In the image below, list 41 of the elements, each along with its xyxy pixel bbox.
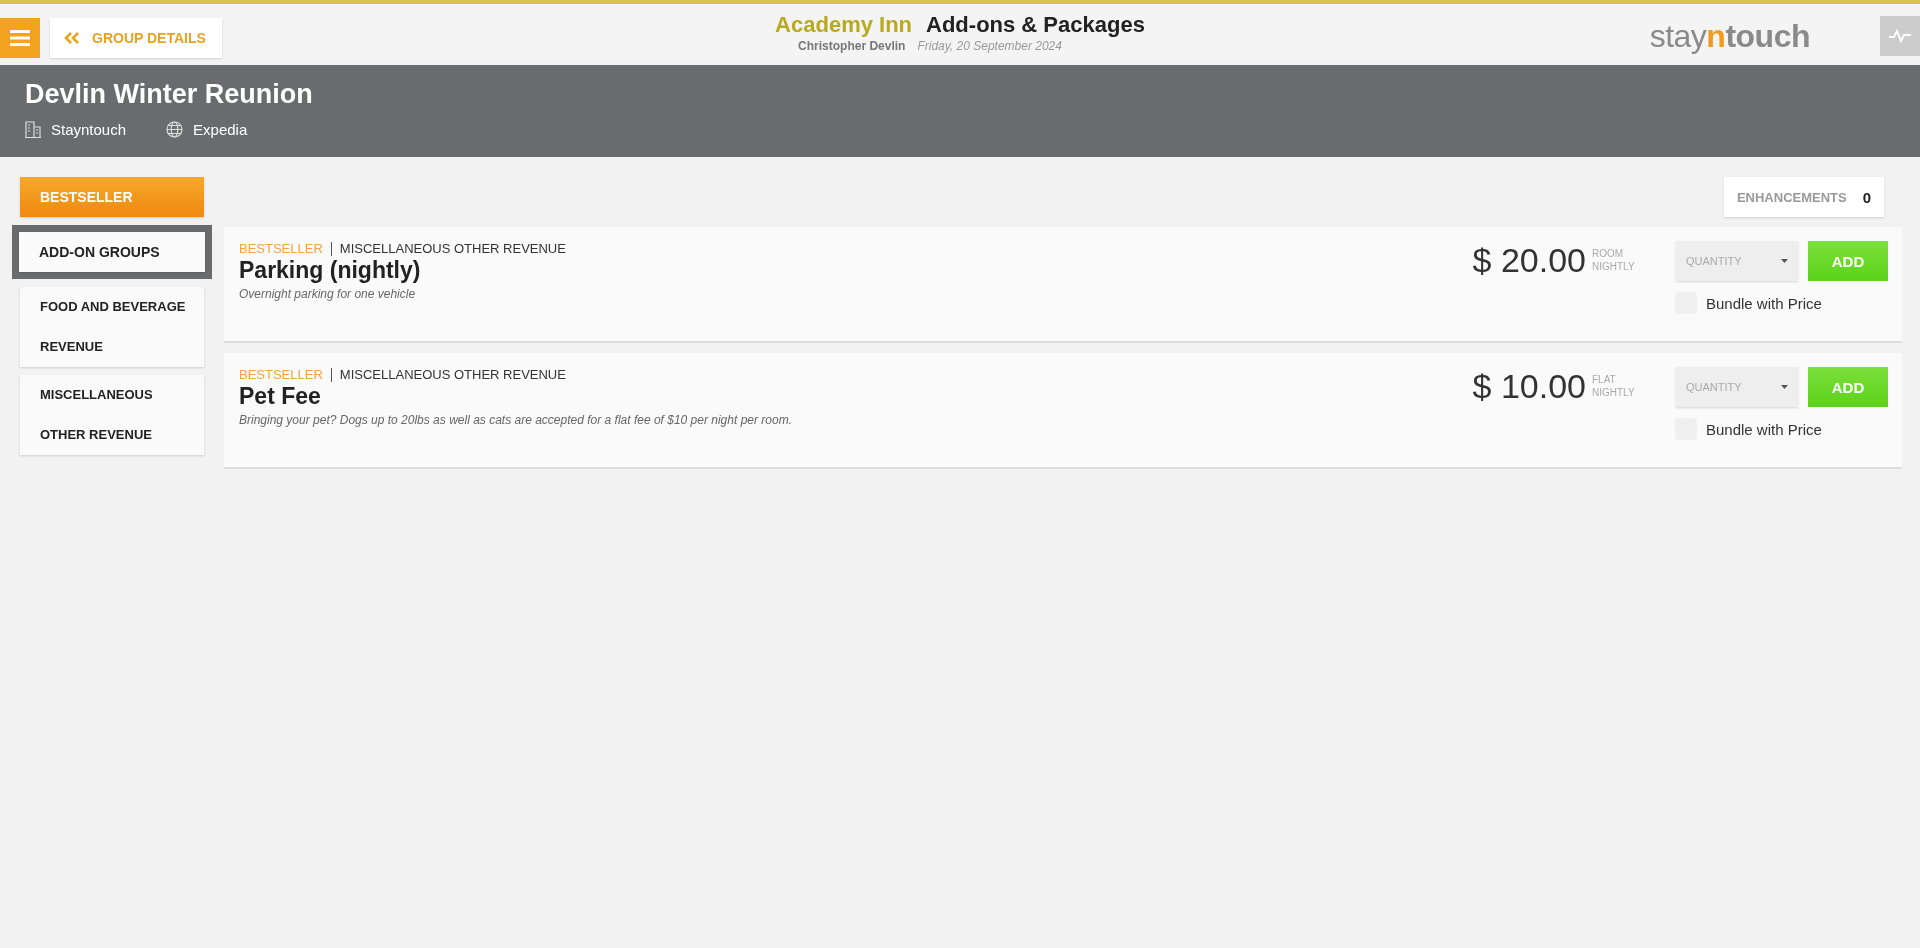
addon-tag: BESTSELLER bbox=[239, 367, 323, 382]
category-item[interactable]: BESTSELLER bbox=[20, 177, 204, 217]
addon-category: MISCELLANEOUS OTHER REVENUE bbox=[339, 241, 566, 256]
caret-icon bbox=[1781, 385, 1788, 389]
addon-category: MISCELLANEOUS OTHER REVENUE bbox=[339, 367, 566, 382]
category-item[interactable]: FOOD AND BEVERAGE REVENUE bbox=[20, 287, 204, 367]
addon-name: Parking (nightly) bbox=[239, 257, 422, 284]
addon-description: Overnight parking for one vehicle bbox=[239, 287, 417, 301]
group-name: Devlin Winter Reunion bbox=[25, 79, 314, 110]
globe-icon bbox=[166, 121, 184, 138]
hotel-name: Academy Inn bbox=[775, 12, 913, 38]
user-name: Christopher Devlin bbox=[798, 39, 906, 53]
double-chevron-icon bbox=[64, 31, 80, 44]
company-name: Stayntouch bbox=[51, 121, 127, 138]
bundle-label: Bundle with Price bbox=[1706, 294, 1822, 312]
brand-logo: stayntouch bbox=[1649, 18, 1810, 55]
addon-price: $ 10.00 bbox=[1472, 367, 1586, 406]
source-name: Expedia bbox=[193, 121, 248, 138]
enhancements-counter: ENHANCEMENTS 0 bbox=[1724, 177, 1884, 217]
bundle-label: Bundle with Price bbox=[1706, 420, 1822, 438]
add-button[interactable]: ADD bbox=[1808, 367, 1888, 407]
building-icon bbox=[25, 121, 41, 138]
addon-tag: BESTSELLER bbox=[239, 241, 323, 256]
menu-icon bbox=[10, 29, 30, 46]
menu-button[interactable] bbox=[0, 17, 40, 58]
addon-name: Pet Fee bbox=[239, 383, 322, 410]
quantity-dropdown[interactable]: QUANTITY bbox=[1676, 367, 1798, 407]
price-type: ROOM NIGHTLY bbox=[1592, 247, 1636, 273]
page-title: Add-ons & Packages bbox=[926, 12, 1145, 38]
addon-description: Bringing your pet? Dogs up to 20lbs as well as cats are accepted for a flat fee of $10 per night per room. bbox=[239, 413, 793, 427]
price-type: FLAT NIGHTLY bbox=[1592, 373, 1636, 399]
back-button[interactable]: GROUP DETAILS bbox=[50, 17, 222, 58]
activity-button[interactable] bbox=[1880, 15, 1920, 56]
quantity-dropdown[interactable]: QUANTITY bbox=[1676, 241, 1798, 281]
add-button[interactable]: ADD bbox=[1808, 241, 1888, 281]
category-item[interactable]: ADD-ON GROUPS bbox=[19, 232, 205, 272]
addon-price: $ 20.00 bbox=[1472, 241, 1586, 280]
business-date: Friday, 20 September 2024 bbox=[917, 39, 1062, 53]
category-item[interactable]: MISCELLANEOUS OTHER REVENUE bbox=[20, 375, 204, 455]
caret-icon bbox=[1781, 259, 1788, 263]
pulse-icon bbox=[1889, 28, 1911, 43]
